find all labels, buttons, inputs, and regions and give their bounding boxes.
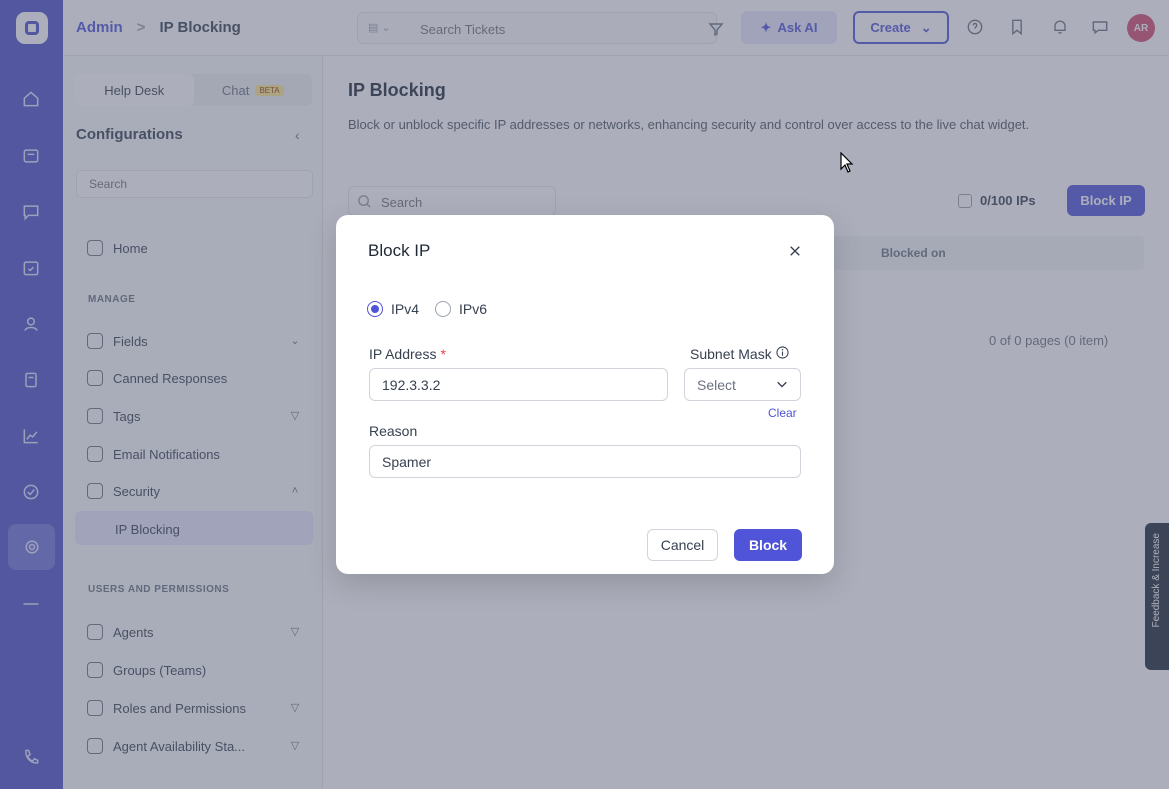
clear-subnet-link[interactable]: Clear <box>768 406 797 420</box>
close-icon[interactable] <box>786 242 804 260</box>
subnet-mask-label: Subnet Mask <box>690 346 789 362</box>
chevron-down-icon <box>776 377 788 393</box>
ipv6-radio[interactable]: IPv6 <box>435 301 487 317</box>
ip-address-input[interactable] <box>369 368 668 401</box>
reason-label-text: Reason <box>369 423 418 439</box>
mouse-pointer-icon <box>840 151 854 174</box>
block-button[interactable]: Block <box>734 529 802 561</box>
required-marker: * <box>440 346 446 362</box>
radio-indicator <box>367 301 383 317</box>
info-icon[interactable] <box>776 346 789 362</box>
ip-version-group: IPv4 IPv6 <box>367 301 487 317</box>
radio-indicator <box>435 301 452 317</box>
ip-address-label: IP Address * <box>369 346 446 362</box>
reason-label: Reason <box>369 423 417 439</box>
ipv4-label: IPv4 <box>391 301 420 317</box>
block-ip-dialog: Block IP IPv4 IPv6 IP Address * Subnet M… <box>336 215 834 574</box>
subnet-mask-label-text: Subnet Mask <box>690 346 772 362</box>
ipv4-radio[interactable]: IPv4 <box>367 301 419 317</box>
subnet-mask-value: Select <box>697 376 736 393</box>
cancel-button[interactable]: Cancel <box>647 529 718 561</box>
reason-input[interactable] <box>369 445 801 478</box>
ipv6-label: IPv6 <box>459 301 488 317</box>
ip-address-label-text: IP Address <box>369 346 437 362</box>
dialog-title: Block IP <box>368 241 431 260</box>
subnet-mask-select[interactable]: Select <box>684 368 801 401</box>
